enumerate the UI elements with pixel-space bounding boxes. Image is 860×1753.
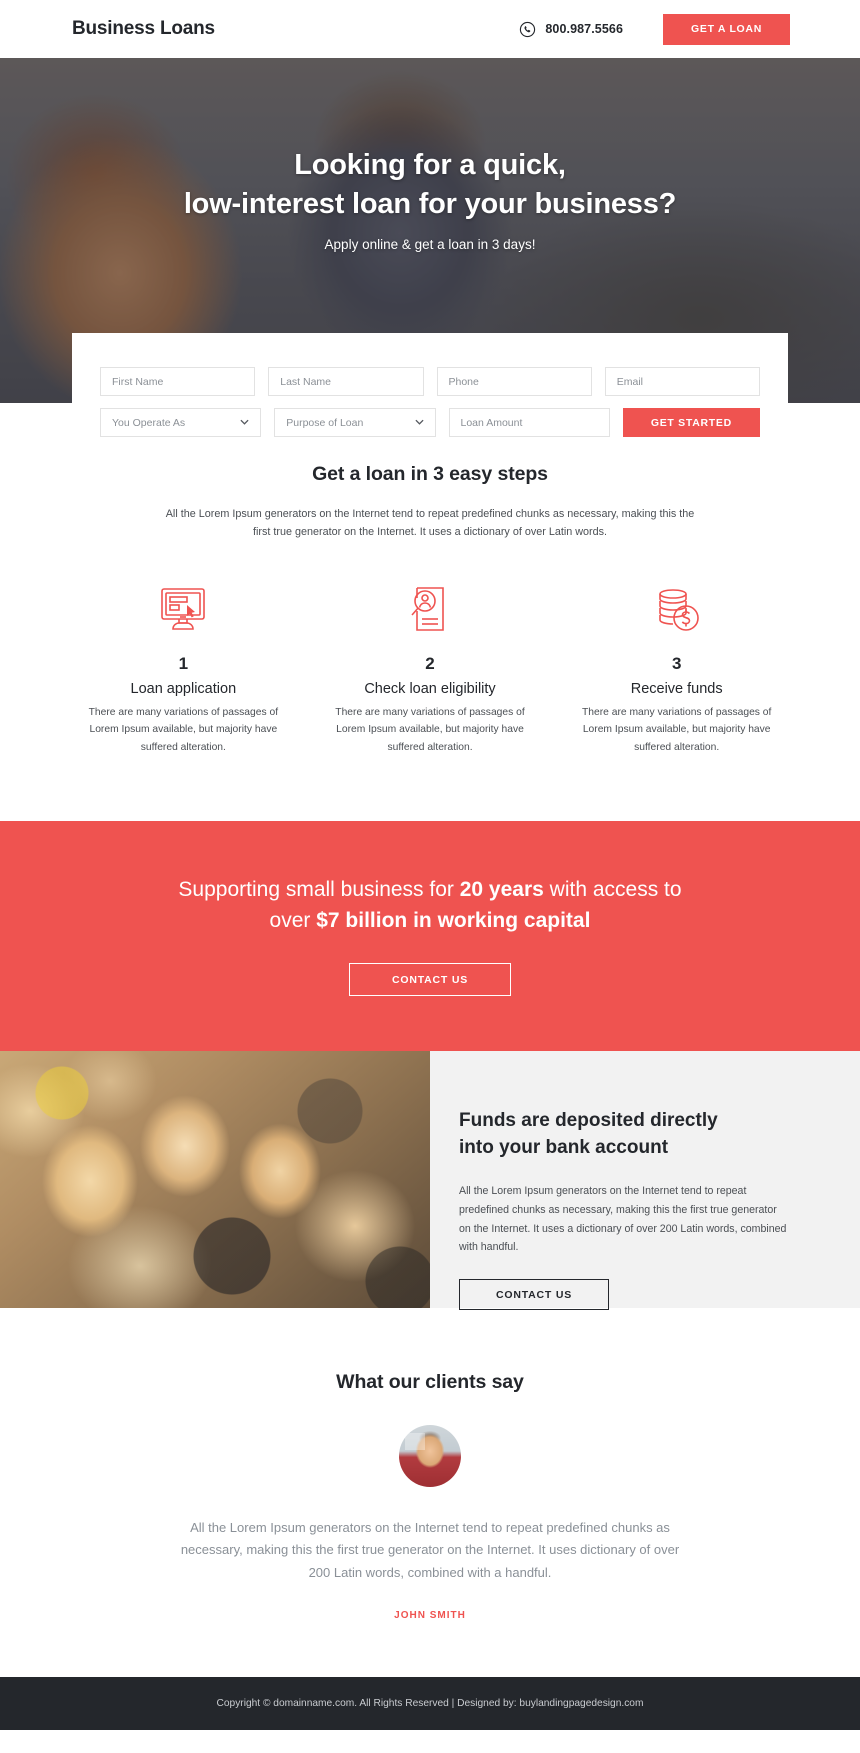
cta-line1-part2: with access to: [543, 878, 682, 902]
funds-content: Funds are deposited directly into your b…: [430, 1051, 860, 1311]
hero-subtitle: Apply online & get a loan in 3 days!: [324, 237, 536, 253]
email-input[interactable]: [616, 375, 748, 388]
header-right-group: 800.987.5566 GET A LOAN: [519, 13, 790, 45]
step-number: 1: [178, 653, 189, 673]
landing-page: Business Loans 800.987.5566 GET A LOAN L…: [0, 0, 860, 1730]
crowd-thumbs-up-photo: [0, 1050, 430, 1308]
site-header: Business Loans 800.987.5566 GET A LOAN: [0, 0, 860, 58]
operate-as-label: You Operate As: [112, 416, 186, 429]
step-title: Check loan eligibility: [364, 680, 496, 697]
header-phone[interactable]: 800.987.5566: [519, 21, 623, 38]
last-name-input[interactable]: [280, 375, 412, 388]
cta-banner: Supporting small business for 20 years w…: [0, 820, 860, 1051]
operate-as-select[interactable]: You Operate As: [100, 408, 262, 437]
email-field[interactable]: [604, 367, 760, 396]
purpose-of-loan-label: Purpose of Loan: [286, 416, 364, 429]
cta-contact-us-button[interactable]: CONTACT US: [348, 963, 512, 997]
chevron-down-icon: [240, 418, 249, 427]
cta-line1-part1: Supporting small business for: [178, 878, 460, 902]
step-number: 2: [425, 653, 435, 673]
site-footer: Copyright © domainname.com. All Rights R…: [0, 1676, 860, 1730]
coins-dollar-icon: [565, 582, 788, 638]
cta-line1-highlight: 20 years: [459, 878, 544, 902]
phone-circle-icon: [519, 21, 536, 38]
hero-content: Looking for a quick, low-interest loan f…: [0, 58, 860, 252]
steps-section: Get a loan in 3 easy steps All the Lorem…: [0, 403, 860, 821]
client-avatar: [399, 1424, 461, 1487]
form-row-1: [100, 367, 760, 396]
first-name-input[interactable]: [112, 375, 244, 388]
hero-title-line2: low-interest loan for your business?: [183, 187, 677, 220]
cta-banner-text: Supporting small business for 20 years w…: [178, 875, 681, 936]
cta-line2-highlight: $7 billion in working capital: [316, 908, 591, 932]
steps-subtitle: All the Lorem Ipsum generators on the In…: [165, 508, 695, 538]
phone-input[interactable]: [448, 375, 580, 388]
funds-contact-us-button[interactable]: CONTACT US: [459, 1279, 610, 1311]
purpose-of-loan-select[interactable]: Purpose of Loan: [274, 408, 436, 437]
get-started-button[interactable]: GET STARTED: [622, 408, 760, 437]
testimonial-quote: All the Lorem Ipsum generators on the In…: [180, 1519, 680, 1581]
form-row-2: You Operate As Purpose of Loan GET START…: [100, 408, 760, 437]
lead-capture-form: You Operate As Purpose of Loan GET START…: [72, 333, 788, 463]
funds-title: Funds are deposited directly into your b…: [459, 1107, 790, 1162]
last-name-field[interactable]: [268, 367, 424, 396]
chevron-down-icon: [414, 418, 424, 427]
steps-grid: 1 Loan application There are many variat…: [0, 582, 860, 757]
hero-title-line1: Looking for a quick,: [294, 149, 566, 181]
loan-amount-field[interactable]: [448, 408, 610, 437]
step-title: Receive funds: [630, 680, 723, 697]
step-description: There are many variations of passages of…: [581, 706, 772, 754]
phone-number: 800.987.5566: [545, 22, 624, 36]
testimonial-section: What our clients say All the Lorem Ipsum…: [0, 1307, 860, 1677]
testimonial-author: JOHN SMITH: [394, 1609, 466, 1621]
steps-title: Get a loan in 3 easy steps: [312, 463, 548, 485]
step-title: Loan application: [130, 680, 237, 697]
cta-line2-part1: over: [269, 908, 317, 932]
step-number: 3: [671, 653, 682, 673]
step-description: There are many variations of passages of…: [335, 706, 525, 754]
step-description: There are many variations of passages of…: [88, 706, 279, 754]
testimonial-title: What our clients say: [336, 1370, 524, 1393]
loan-amount-input[interactable]: [460, 416, 598, 429]
first-name-field[interactable]: [100, 367, 256, 396]
document-magnifier-person-icon: [319, 582, 542, 638]
footer-copyright: Copyright © domainname.com. All Rights R…: [216, 1697, 644, 1709]
step-item: 1 Loan application There are many variat…: [60, 582, 307, 757]
funds-section: Funds are deposited directly into your b…: [0, 1050, 860, 1311]
hero-title: Looking for a quick, low-interest loan f…: [0, 146, 860, 223]
step-item: 2 Check loan eligibility There are many …: [307, 582, 554, 757]
get-a-loan-button[interactable]: GET A LOAN: [663, 13, 790, 45]
funds-body-text: All the Lorem Ipsum generators on the In…: [459, 1184, 787, 1254]
funds-title-line2: into your bank account: [459, 1137, 669, 1159]
funds-title-line1: Funds are deposited directly: [459, 1109, 718, 1131]
phone-field[interactable]: [436, 367, 592, 396]
brand-logo[interactable]: Business Loans: [72, 18, 215, 40]
monitor-cursor-icon: [72, 582, 295, 638]
step-item: 3 Receive funds There are many variation…: [553, 582, 800, 757]
